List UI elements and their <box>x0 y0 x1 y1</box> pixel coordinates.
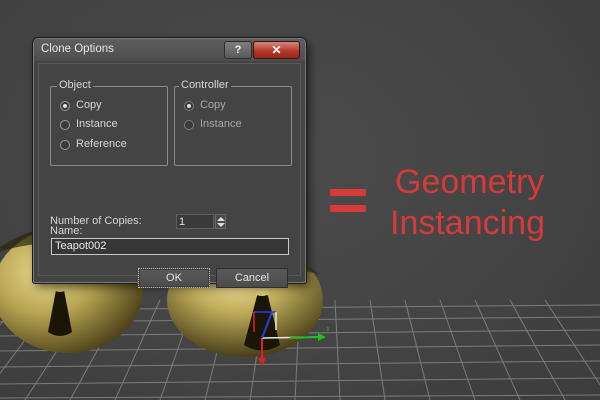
controller-group: Controller Copy Instance <box>174 79 292 166</box>
caption-line-2: Instancing <box>390 204 545 242</box>
object-copy-label: Copy <box>76 99 102 111</box>
equals-bar-top <box>330 189 366 196</box>
name-label: Name: <box>50 225 83 237</box>
close-button[interactable]: ✕ <box>253 41 300 59</box>
controller-copy-label: Copy <box>200 99 226 111</box>
equals-bar-bottom <box>330 205 366 212</box>
radio-indicator[interactable] <box>184 120 194 130</box>
radio-indicator[interactable] <box>60 120 70 130</box>
ok-button[interactable]: OK <box>138 268 210 288</box>
clone-options-dialog: Clone Options ? ✕ Object Copy Instance R… <box>33 38 306 288</box>
dialog-title: Clone Options <box>41 43 114 55</box>
object-group-legend: Object <box>57 79 93 91</box>
radio-indicator[interactable] <box>184 101 194 111</box>
object-group: Object Copy Instance Reference <box>50 79 168 166</box>
copies-spinner-arrows[interactable] <box>215 214 226 229</box>
cancel-button[interactable]: Cancel <box>216 268 288 288</box>
controller-group-legend: Controller <box>179 79 231 91</box>
dialog-titlebar[interactable]: Clone Options ? ✕ <box>34 39 305 61</box>
spinner-up-icon[interactable] <box>217 217 225 221</box>
controller-instance-label: Instance <box>200 118 242 130</box>
dialog-body: Object Copy Instance Reference Controlle… <box>38 63 301 288</box>
radio-indicator[interactable] <box>60 140 70 150</box>
equals-sign <box>330 177 368 219</box>
radio-indicator[interactable] <box>60 101 70 111</box>
copies-spinner-field[interactable]: 1 <box>176 214 214 229</box>
object-instance-label: Instance <box>76 118 118 130</box>
help-button[interactable]: ? <box>224 41 252 59</box>
object-reference-label: Reference <box>76 138 127 150</box>
caption-line-1: Geometry <box>395 163 545 201</box>
name-input[interactable]: Teapot002 <box>51 238 289 255</box>
spinner-down-icon[interactable] <box>217 223 225 227</box>
